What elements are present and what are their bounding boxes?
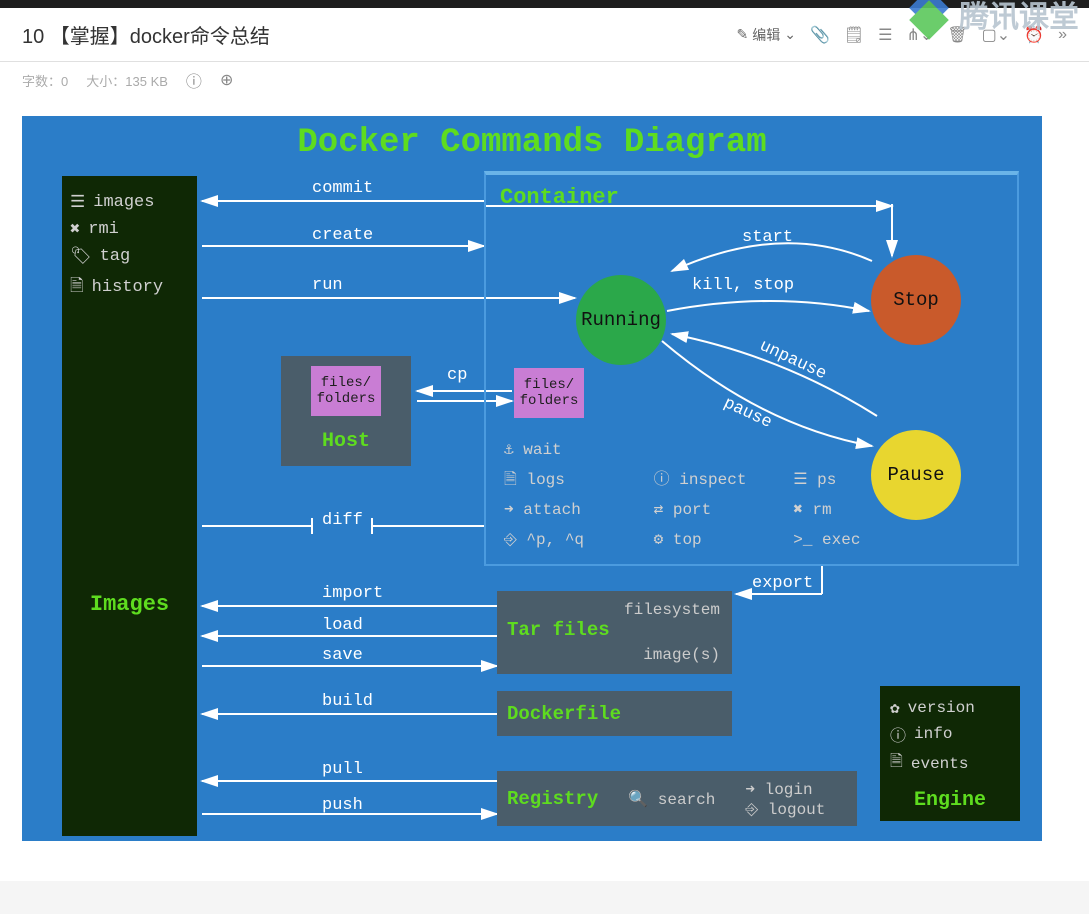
lbl-import: import — [322, 584, 383, 603]
tar-box: Tar files filesystem image(s) — [497, 591, 732, 674]
tar-images: image(s) — [643, 646, 720, 664]
doc-icon: 🗎 — [890, 750, 903, 777]
attachment-icon[interactable]: 📎 — [810, 25, 830, 45]
tar-label: Tar files — [507, 619, 610, 641]
file-size: 大小：135 KB — [86, 71, 168, 90]
host-box: files/ folders Host — [281, 356, 411, 466]
cmd-top: ⚙ top — [654, 525, 784, 555]
cmd-events: 🗎events — [890, 750, 1010, 777]
images-panel: ☰images ✖rmi 🏷tag 🗎history Images — [62, 176, 197, 836]
lbl-save: save — [322, 646, 363, 665]
doc-icon: 🗎 — [70, 273, 84, 302]
lbl-kill-stop: kill, stop — [692, 276, 794, 295]
lbl-build: build — [322, 692, 373, 711]
lbl-pull: pull — [322, 760, 363, 779]
meta-bar: 字数：0 大小：135 KB ⓘ ⊕ — [0, 62, 1089, 106]
diagram: Docker Commands Diagram — [22, 116, 1042, 841]
cmd-exec: >_ exec — [793, 525, 903, 555]
note-icon[interactable]: 🗒 — [844, 25, 864, 45]
word-count: 字数：0 — [22, 71, 68, 90]
lbl-diff: diff — [322, 511, 363, 530]
watermark-text: 腾讯课堂 — [959, 0, 1079, 36]
diagram-title: Docker Commands Diagram — [22, 124, 1042, 162]
cmd-ps: ☰ ps — [793, 465, 903, 495]
tar-filesystem: filesystem — [624, 601, 720, 619]
info-icon[interactable]: ⓘ — [186, 68, 202, 92]
cmd-logs: 🗎 logs — [504, 465, 644, 495]
list-icon[interactable]: ☰ — [878, 25, 892, 45]
edit-label: 编辑 — [752, 25, 780, 45]
state-running: Running — [576, 275, 666, 365]
images-label: Images — [70, 592, 189, 617]
lbl-cp: cp — [447, 366, 467, 385]
dockerfile-label: Dockerfile — [507, 703, 621, 725]
cmd-info: ⓘinfo — [890, 722, 1010, 746]
container-label: Container — [500, 185, 619, 210]
cmd-history: 🗎history — [70, 273, 189, 302]
add-icon[interactable]: ⊕ — [220, 70, 233, 90]
cmd-tag: 🏷tag — [70, 246, 189, 267]
host-label: Host — [322, 430, 370, 453]
cmd-rmi: ✖rmi — [70, 219, 189, 240]
lbl-start: start — [742, 228, 793, 247]
info-icon: ⓘ — [890, 722, 906, 746]
cmd-logout: ⎆ logout — [745, 801, 825, 819]
cmd-version: ✿version — [890, 698, 1010, 718]
watermark: 腾讯课堂 — [911, 0, 1079, 36]
cmd-port: ⇄ port — [654, 495, 784, 525]
cmd-wait: ⚓ wait — [504, 435, 644, 465]
lbl-load: load — [322, 616, 363, 635]
engine-label: Engine — [890, 789, 1010, 812]
registry-box: Registry 🔍 search ➜ login ⎆ logout — [497, 771, 857, 826]
cmd-rm: ✖ rm — [793, 495, 903, 525]
cmd-inspect: ⓘ inspect — [654, 465, 784, 495]
edit-button[interactable]: ✎ 编辑 ⌄ — [736, 25, 795, 45]
watermark-logo-icon — [911, 0, 951, 34]
tag-icon: 🏷 — [70, 246, 92, 267]
lbl-commit: commit — [312, 179, 373, 198]
registry-label: Registry — [507, 788, 598, 810]
lbl-run: run — [312, 276, 343, 295]
dockerfile-box: Dockerfile — [497, 691, 732, 736]
cmd-attach: ➜ attach — [504, 495, 644, 525]
host-files: files/ folders — [311, 366, 381, 416]
engine-box: ✿version ⓘinfo 🗎events Engine — [880, 686, 1020, 821]
lbl-push: push — [322, 796, 363, 815]
list-icon: ☰ — [70, 192, 85, 213]
cmd-images: ☰images — [70, 192, 189, 213]
cmd-login: ➜ login — [745, 779, 825, 799]
gear-icon: ✿ — [890, 698, 900, 718]
x-icon: ✖ — [70, 219, 80, 240]
cmd-search: 🔍 search — [628, 789, 715, 809]
edit-icon: ✎ — [736, 26, 748, 43]
page-title: 10 【掌握】docker命令总结 — [22, 20, 270, 49]
state-stop: Stop — [871, 255, 961, 345]
lbl-create: create — [312, 226, 373, 245]
cmd-detach: ⎆ ^p, ^q — [504, 525, 644, 555]
lbl-export: export — [752, 574, 813, 593]
container-commands: ⚓ wait 🗎 logs ➜ attach ⎆ ^p, ^q ⓘ inspec… — [504, 435, 903, 555]
chevron-down-icon: ⌄ — [784, 26, 796, 43]
